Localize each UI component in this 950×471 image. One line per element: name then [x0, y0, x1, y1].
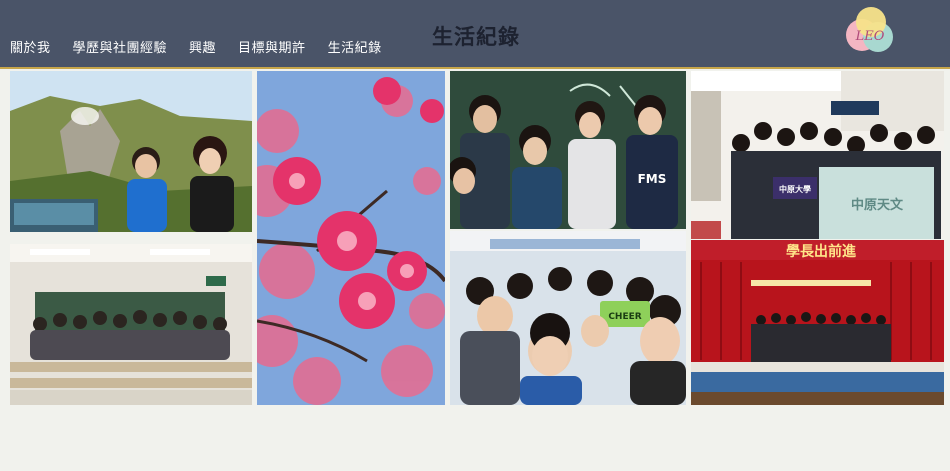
- photo-cherry-blossoms[interactable]: [257, 71, 445, 405]
- photo-astronomy-club[interactable]: 中原大學 中原天文: [691, 71, 944, 239]
- cheer-sign-text: CHEER: [608, 312, 641, 322]
- stage-banner-text: 學長出前進: [786, 243, 856, 260]
- shirt-text: FMS: [638, 172, 667, 186]
- photo-mountain-trip[interactable]: [10, 71, 252, 232]
- nav-link-life-record[interactable]: 生活紀錄: [328, 37, 382, 56]
- nav-link-about-me[interactable]: 關於我: [10, 37, 51, 56]
- photo-classroom-group[interactable]: [10, 244, 252, 405]
- main-nav: 關於我 學歷與社團經驗 興趣 目標與期許 生活紀錄: [10, 37, 404, 56]
- photo-selfie-group[interactable]: CHEER: [450, 231, 686, 405]
- astronomy-flag-text: 中原天文: [851, 197, 904, 213]
- logo-balloons-icon: LEO: [846, 7, 893, 52]
- photo-friends-chalkboard[interactable]: FMS: [450, 71, 686, 229]
- logo-text: LEO: [855, 29, 885, 44]
- nav-link-interests[interactable]: 興趣: [189, 37, 216, 56]
- top-navbar: 關於我 學歷與社團經驗 興趣 目標與期許 生活紀錄 生活紀錄 LEO: [0, 0, 950, 69]
- page-title: 生活紀錄: [432, 24, 520, 49]
- photo-stage-group[interactable]: 學長出前進: [691, 240, 944, 405]
- university-banner-text: 中原大學: [779, 184, 811, 194]
- nav-link-education-clubs[interactable]: 學歷與社團經驗: [73, 37, 168, 56]
- nav-link-goals[interactable]: 目標與期許: [238, 37, 306, 56]
- site-logo[interactable]: LEO: [838, 4, 902, 58]
